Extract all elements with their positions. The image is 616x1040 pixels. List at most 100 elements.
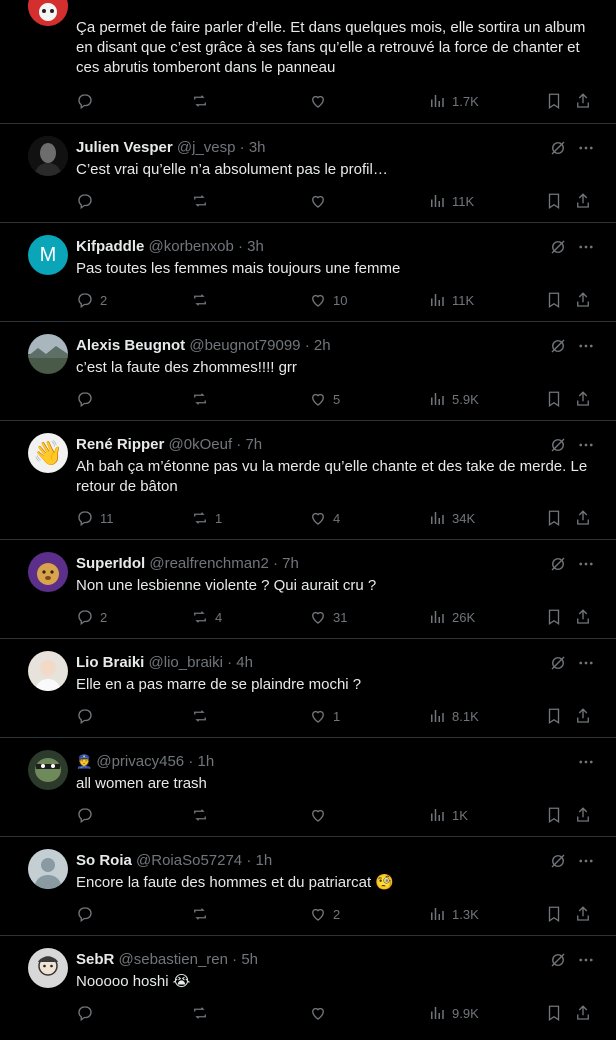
views-button[interactable]: 8.1K xyxy=(428,705,479,727)
views-button[interactable]: 1.3K xyxy=(428,903,479,925)
more-options-icon[interactable] xyxy=(576,950,596,970)
display-name[interactable]: So Roia xyxy=(76,852,132,869)
views-button[interactable]: 26K xyxy=(428,606,475,628)
display-name[interactable]: SuperIdol xyxy=(76,555,145,572)
display-name[interactable]: René Ripper xyxy=(76,436,164,453)
timestamp[interactable]: 7h xyxy=(282,555,299,572)
like-button[interactable]: 1 xyxy=(309,705,340,727)
more-options-icon[interactable] xyxy=(576,138,596,158)
user-handle[interactable]: @beugnot79099 xyxy=(189,337,300,354)
like-button[interactable]: 10 xyxy=(309,289,347,311)
avatar[interactable] xyxy=(28,651,68,691)
reply-button[interactable]: 2 xyxy=(76,606,107,628)
share-button[interactable] xyxy=(574,1002,592,1024)
grok-icon[interactable] xyxy=(548,138,568,158)
timestamp[interactable]: 7h xyxy=(245,436,262,453)
bookmark-button[interactable] xyxy=(545,289,563,311)
grok-icon[interactable] xyxy=(548,435,568,455)
share-button[interactable] xyxy=(574,606,592,628)
timestamp[interactable]: 2h xyxy=(314,337,331,354)
display-name[interactable]: Julien Vesper xyxy=(76,139,173,156)
like-button[interactable]: 5 xyxy=(309,388,340,410)
reply-post[interactable]: Ça permet de faire parler d’elle. Et dan… xyxy=(0,0,616,124)
avatar[interactable] xyxy=(28,849,68,889)
reply-button[interactable] xyxy=(76,190,100,212)
like-button[interactable]: 2 xyxy=(309,903,340,925)
share-button[interactable] xyxy=(574,289,592,311)
reply-post[interactable]: Lio Braiki @lio_braiki · 4h Elle en a pa… xyxy=(0,639,616,738)
views-button[interactable]: 11K xyxy=(428,289,474,311)
timestamp[interactable]: 3h xyxy=(249,139,266,156)
reply-button[interactable] xyxy=(76,90,100,112)
views-button[interactable]: 1K xyxy=(428,804,468,826)
share-button[interactable] xyxy=(574,190,592,212)
user-handle[interactable]: @privacy456 xyxy=(96,753,184,770)
like-button[interactable]: 4 xyxy=(309,507,340,529)
retweet-button[interactable] xyxy=(191,289,215,311)
bookmark-button[interactable] xyxy=(545,606,563,628)
like-button[interactable] xyxy=(309,90,333,112)
user-handle[interactable]: @RoiaSo57274 xyxy=(136,852,242,869)
user-handle[interactable]: @korbenxob xyxy=(149,238,234,255)
bookmark-button[interactable] xyxy=(545,507,563,529)
more-options-icon[interactable] xyxy=(576,851,596,871)
reply-post[interactable]: M Kifpaddle @korbenxob · 3h Pas toutes l… xyxy=(0,223,616,322)
reply-button[interactable] xyxy=(76,388,100,410)
share-button[interactable] xyxy=(574,388,592,410)
reply-post[interactable]: Julien Vesper @j_vesp · 3h C’est vrai qu… xyxy=(0,124,616,223)
reply-post[interactable]: SebR @sebastien_ren · 5h Nooooo hoshi 😭 … xyxy=(0,936,616,1040)
reply-button[interactable] xyxy=(76,804,100,826)
reply-button[interactable] xyxy=(76,903,100,925)
like-button[interactable] xyxy=(309,804,333,826)
avatar[interactable] xyxy=(28,334,68,374)
display-name[interactable]: Kifpaddle xyxy=(76,238,144,255)
retweet-button[interactable] xyxy=(191,1002,215,1024)
user-handle[interactable]: @lio_braiki xyxy=(149,654,223,671)
bookmark-button[interactable] xyxy=(545,903,563,925)
reply-button[interactable] xyxy=(76,705,100,727)
like-button[interactable] xyxy=(309,190,333,212)
retweet-button[interactable] xyxy=(191,804,215,826)
reply-button[interactable] xyxy=(76,1002,100,1024)
reply-button[interactable]: 2 xyxy=(76,289,107,311)
more-options-icon[interactable] xyxy=(576,653,596,673)
avatar[interactable]: M xyxy=(28,235,68,275)
bookmark-button[interactable] xyxy=(545,705,563,727)
timestamp[interactable]: 5h xyxy=(241,951,258,968)
views-button[interactable]: 9.9K xyxy=(428,1002,479,1024)
share-button[interactable] xyxy=(574,90,592,112)
retweet-button[interactable] xyxy=(191,903,215,925)
views-button[interactable]: 34K xyxy=(428,507,475,529)
display-name[interactable]: SebR xyxy=(76,951,114,968)
retweet-button[interactable]: 4 xyxy=(191,606,222,628)
like-button[interactable] xyxy=(309,1002,333,1024)
timestamp[interactable]: 4h xyxy=(236,654,253,671)
more-options-icon[interactable] xyxy=(576,336,596,356)
retweet-button[interactable] xyxy=(191,388,215,410)
retweet-button[interactable] xyxy=(191,705,215,727)
reply-post[interactable]: So Roia @RoiaSo57274 · 1h Encore la faut… xyxy=(0,837,616,936)
grok-icon[interactable] xyxy=(548,554,568,574)
more-options-icon[interactable] xyxy=(576,435,596,455)
reply-post[interactable]: SuperIdol @realfrenchman2 · 7h Non une l… xyxy=(0,540,616,639)
avatar[interactable]: 👋 xyxy=(28,433,68,473)
views-button[interactable]: 11K xyxy=(428,190,474,212)
avatar[interactable] xyxy=(28,552,68,592)
avatar[interactable] xyxy=(28,948,68,988)
grok-icon[interactable] xyxy=(548,950,568,970)
avatar[interactable] xyxy=(28,136,68,176)
display-name[interactable]: 👮 xyxy=(76,754,92,769)
reply-post[interactable]: Alexis Beugnot @beugnot79099 · 2h c’est … xyxy=(0,322,616,421)
share-button[interactable] xyxy=(574,705,592,727)
user-handle[interactable]: @0kOeuf xyxy=(169,436,233,453)
more-options-icon[interactable] xyxy=(576,554,596,574)
share-button[interactable] xyxy=(574,804,592,826)
bookmark-button[interactable] xyxy=(545,804,563,826)
timestamp[interactable]: 1h xyxy=(197,753,214,770)
views-button[interactable]: 5.9K xyxy=(428,388,479,410)
display-name[interactable]: Lio Braiki xyxy=(76,654,144,671)
views-button[interactable]: 1.7K xyxy=(428,90,479,112)
timestamp[interactable]: 1h xyxy=(256,852,273,869)
share-button[interactable] xyxy=(574,903,592,925)
bookmark-button[interactable] xyxy=(545,388,563,410)
